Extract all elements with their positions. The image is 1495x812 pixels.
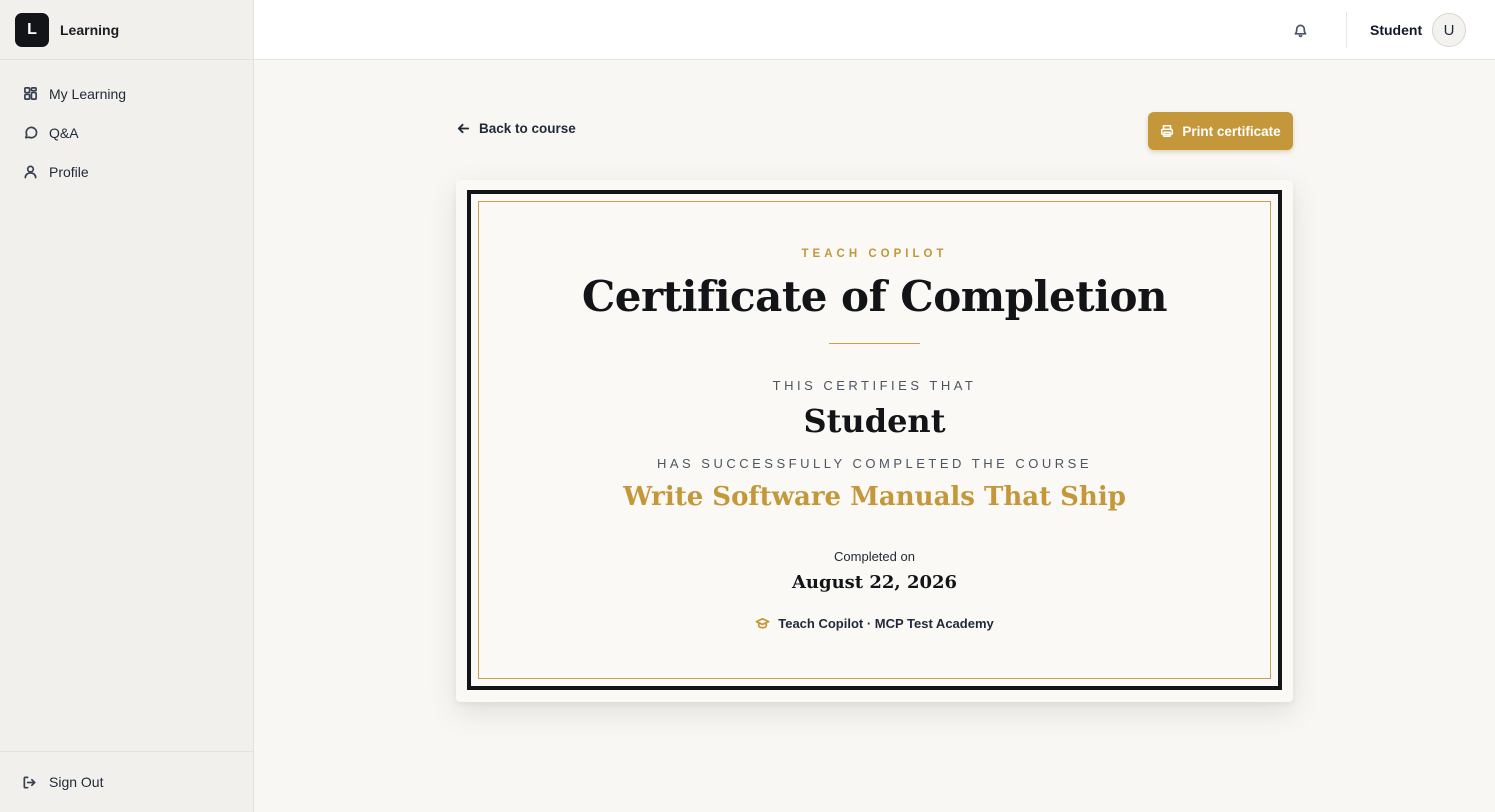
certificate-footer: Teach Copilot · MCP Test Academy: [479, 616, 1270, 631]
certifies-text: THIS CERTIFIES THAT: [772, 378, 977, 393]
sidebar-item-label: Profile: [49, 163, 89, 180]
sidebar-item-my-learning[interactable]: My Learning: [0, 74, 253, 113]
user-name: Student: [1370, 22, 1423, 38]
certificate-card: TEACH COPILOT Certificate of Completion …: [456, 180, 1293, 702]
sidebar-item-label: Q&A: [49, 124, 79, 141]
print-certificate-label: Print certificate: [1182, 123, 1281, 139]
recipient-name: Student: [803, 402, 946, 440]
chat-bubble-icon: [22, 125, 38, 141]
printer-icon: [1161, 124, 1174, 138]
avatar[interactable]: U: [1432, 13, 1466, 47]
sidebar-item-profile[interactable]: Profile: [0, 152, 253, 191]
sign-out-button[interactable]: Sign Out: [0, 751, 253, 812]
sidebar-nav: My Learning Q&A Profile: [0, 60, 253, 191]
top-bar: Student U: [254, 0, 1495, 60]
completed-date: August 22, 2026: [791, 572, 958, 593]
sign-out-label: Sign Out: [49, 774, 104, 790]
sidebar-item-label: My Learning: [49, 85, 127, 102]
print-certificate-button[interactable]: Print certificate: [1148, 112, 1293, 150]
arrow-left-icon: [457, 123, 470, 134]
bell-icon[interactable]: [1290, 20, 1310, 40]
brand-name: Learning: [60, 21, 120, 38]
grid-icon: [22, 86, 38, 102]
sidebar-item-qa[interactable]: Q&A: [0, 113, 253, 152]
certificate-outer-border: TEACH COPILOT Certificate of Completion …: [467, 190, 1282, 690]
sign-out-icon: [22, 774, 38, 790]
certificate-issuer: TEACH COPILOT: [801, 248, 948, 260]
brand-logo[interactable]: L: [15, 12, 49, 47]
back-to-course-link[interactable]: Back to course: [457, 121, 576, 136]
back-to-course-label: Back to course: [479, 121, 576, 136]
brand[interactable]: L Learning: [0, 0, 253, 60]
user-icon: [22, 164, 38, 180]
gold-divider: [829, 343, 920, 344]
certificate-inner-border: TEACH COPILOT Certificate of Completion …: [478, 201, 1271, 679]
certificate-title: Certificate of Completion: [581, 272, 1168, 321]
graduation-cap-icon: [755, 617, 770, 629]
completed-on-label: Completed on: [834, 549, 915, 564]
certificate-footer-text: Teach Copilot · MCP Test Academy: [778, 616, 994, 631]
topbar-divider: [1346, 12, 1347, 48]
certificate-content: TEACH COPILOT Certificate of Completion …: [479, 202, 1270, 678]
sidebar: L Learning My Learning Q&A Profile Sign …: [0, 0, 254, 812]
course-name: Write Software Manuals That Ship: [623, 482, 1126, 512]
completed-course-text: HAS SUCCESSFULLY COMPLETED THE COURSE: [656, 456, 1093, 471]
